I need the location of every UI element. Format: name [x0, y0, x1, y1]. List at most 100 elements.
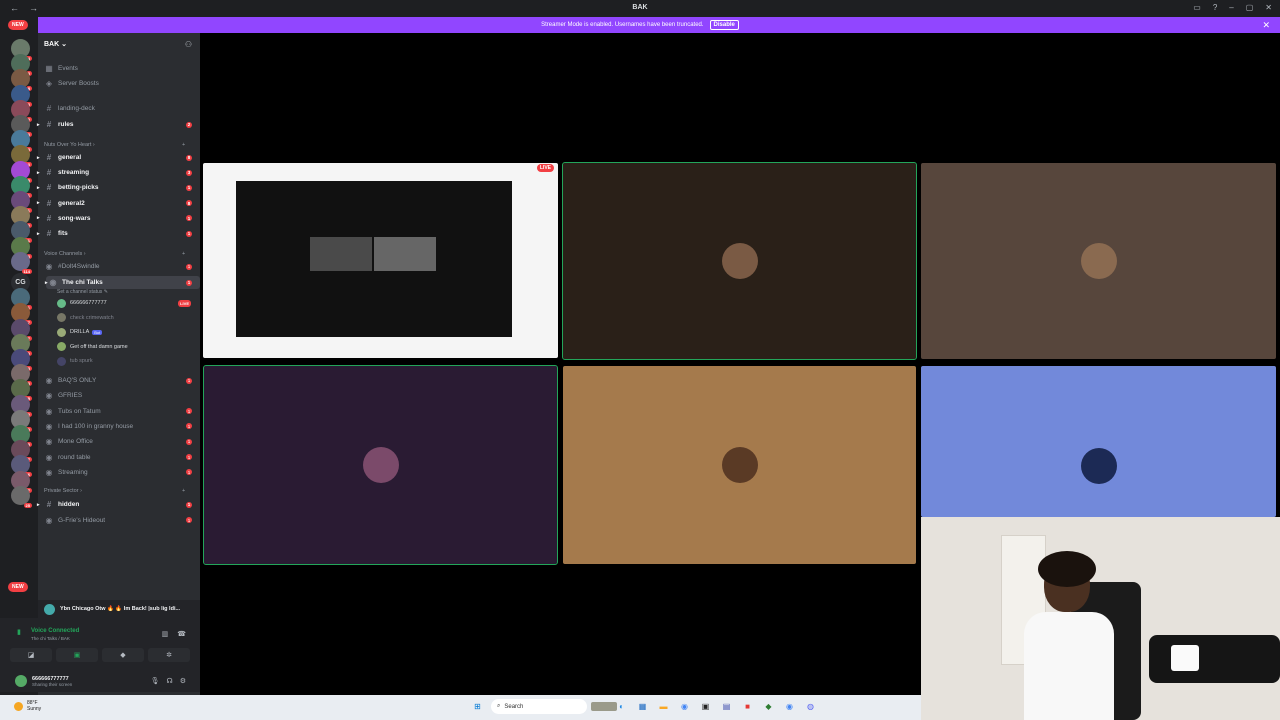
text-channel[interactable]: ▸ # song-wars 1 — [37, 212, 200, 225]
text-channel[interactable]: ▸ # streaming 3 — [37, 166, 200, 179]
unread-badge: 1 — [186, 501, 192, 508]
now-playing-panel[interactable]: Ybn Chicago Otw 🔥 🔥 Im Back! |sub lig ld… — [38, 600, 200, 618]
voice-channel[interactable]: ◉ BAQ'S ONLY 1 — [38, 374, 200, 387]
voice-channel[interactable]: ◉ Mone Office 1 — [38, 435, 200, 448]
text-channel[interactable]: ▸ # betting-picks 1 — [37, 181, 200, 194]
microphone-icon[interactable]: 🎙︎ — [151, 677, 160, 685]
category-voice[interactable]: Voice Channels › + — [44, 251, 185, 257]
events-item[interactable]: ▦ Events — [38, 62, 200, 75]
add-channel-icon[interactable]: + — [182, 488, 185, 494]
headphones-icon[interactable]: ☊ — [167, 677, 173, 685]
activities-button[interactable]: ◆ — [102, 648, 144, 662]
close-window-button[interactable]: ✕ — [1265, 3, 1272, 12]
text-channel[interactable]: ▸ # general 8 — [37, 151, 200, 164]
text-channel[interactable]: ▸ # general2 8 — [37, 197, 200, 210]
channel-name: Streaming — [58, 468, 88, 476]
taskbar-search[interactable]: ⌕ Search — [491, 699, 617, 714]
share-screen-button[interactable]: ▣ — [56, 648, 98, 662]
voice-channel[interactable]: ◉ Tubs on Tatum 1 — [38, 405, 200, 418]
windows-start-icon[interactable]: ⊞ — [470, 699, 485, 714]
weather-widget[interactable]: 88°F Sunny — [14, 700, 41, 712]
participant-tile[interactable] — [563, 366, 916, 564]
store-icon[interactable]: ▤ — [719, 699, 734, 714]
add-friend-icon[interactable]: ⚇ — [185, 40, 192, 49]
text-channel[interactable]: ▸ # hidden 1 — [37, 498, 200, 511]
camera-button[interactable]: ◪ — [10, 648, 52, 662]
forward-arrow-icon[interactable]: → — [29, 3, 38, 13]
back-arrow-icon[interactable]: ← — [10, 3, 19, 13]
voice-channel-path: The chi Talks / BAK — [31, 636, 70, 641]
caret-icon: ▸ — [37, 200, 40, 207]
voice-member[interactable]: DRILLA Bot — [57, 326, 197, 338]
calculator-icon[interactable]: ▦ — [635, 699, 650, 714]
user-avatar[interactable] — [15, 675, 27, 687]
participant-tile[interactable] — [921, 163, 1276, 359]
user-panel: 666666777777 Sharing their screen 🎙︎ ☊ ⚙ — [0, 670, 200, 692]
maximize-button[interactable]: ▢ — [1246, 3, 1254, 12]
video-thumbnail — [374, 237, 436, 271]
app-icon[interactable]: ◆ — [761, 699, 776, 714]
chrome-icon[interactable]: ◉ — [677, 699, 692, 714]
disable-streamer-mode-button[interactable]: Disable — [709, 20, 739, 30]
voice-channel[interactable]: ◉ round table 1 — [38, 451, 200, 464]
server-boosts-item[interactable]: ◈ Server Boosts — [38, 77, 200, 90]
voice-member[interactable]: tub spurk — [57, 355, 197, 367]
add-channel-icon[interactable]: + — [182, 142, 185, 148]
disconnect-icon[interactable]: ☎ — [177, 630, 186, 638]
server-name[interactable]: BAK ⌄ — [44, 40, 67, 48]
member-name: check crimewatch — [70, 314, 114, 321]
inbox-icon[interactable]: ▭ — [1193, 3, 1201, 12]
voice-member[interactable]: 666666777777 LIVE — [57, 297, 197, 309]
caret-icon: ▸ — [37, 230, 40, 237]
channel-status[interactable]: Set a channel status ✎ — [57, 289, 108, 295]
bot-tag: Bot — [92, 329, 103, 335]
terminal-icon[interactable]: ▣ — [698, 699, 713, 714]
participant-tile[interactable] — [562, 162, 917, 360]
voice-channel[interactable]: ◉ I had 100 in granny house 1 — [38, 420, 200, 433]
settings-gear-icon[interactable]: ⚙ — [180, 677, 186, 685]
voice-channel[interactable]: ◉ #Dolt4Swindle 1 — [38, 260, 200, 273]
caret-icon: ▸ — [37, 154, 40, 161]
noise-suppression-icon[interactable]: ▥ — [162, 630, 169, 638]
category-private[interactable]: Private Sector › + — [44, 488, 185, 494]
unread-badge: 1 — [186, 438, 192, 445]
voice-channel[interactable]: ◉ G-Frie's Hideout 1 — [38, 514, 200, 527]
voice-channel[interactable]: ◉ Streaming 1 — [38, 466, 200, 479]
text-channel[interactable]: ▸ # rules 2 — [37, 118, 200, 131]
minimize-button[interactable]: – — [1229, 3, 1233, 12]
soundboard-button[interactable]: ✲ — [148, 648, 190, 662]
close-banner-icon[interactable]: ✕ — [1262, 20, 1270, 31]
hash-icon: # — [46, 213, 52, 223]
add-channel-icon[interactable]: + — [182, 251, 185, 257]
category-nuts[interactable]: Nuts Over Yo Heart › + — [44, 142, 185, 148]
live-badge: LIVE — [178, 299, 191, 307]
server-icon[interactable]: 25 — [11, 485, 32, 508]
text-channel[interactable]: # landing-deck — [38, 102, 200, 115]
voice-status[interactable]: Voice Connected — [31, 628, 79, 634]
speaker-icon: ◉ — [45, 421, 53, 431]
member-avatar — [57, 342, 66, 351]
unread-badge: 3 — [186, 169, 192, 176]
unread-badge: 1 — [186, 230, 192, 237]
channel-name: GFRIES — [58, 392, 83, 400]
text-channel[interactable]: ▸ # fits 1 — [37, 227, 200, 240]
discord-icon[interactable]: ◍ — [803, 699, 818, 714]
server-icon[interactable]: 114 — [11, 251, 32, 274]
voice-member[interactable]: Get off that damn game — [57, 341, 197, 353]
speaker-icon: ◉ — [45, 515, 53, 525]
speaker-icon: ◉ — [45, 452, 53, 462]
app-icon[interactable]: ■ — [740, 699, 755, 714]
channel-name: hidden — [58, 501, 80, 508]
voice-channel[interactable]: ◉ GFRIES — [38, 389, 200, 402]
unread-badge: 1 — [186, 517, 192, 523]
speaker-icon: ◉ — [45, 437, 53, 447]
participant-tile[interactable] — [921, 366, 1276, 517]
voice-member[interactable]: check crimewatch — [57, 312, 197, 324]
help-icon[interactable]: ? — [1213, 3, 1217, 12]
screen-share-tile[interactable]: LIVE — [203, 163, 558, 358]
chrome-icon[interactable]: ◉ — [782, 699, 797, 714]
voice-channel-the-chi-talks[interactable]: ▸ ◉ The chi Talks 1 — [45, 276, 200, 289]
file-explorer-icon[interactable]: ▬ — [656, 699, 671, 714]
participant-tile[interactable] — [203, 365, 558, 565]
signal-icon[interactable]: ▮ — [17, 628, 21, 636]
